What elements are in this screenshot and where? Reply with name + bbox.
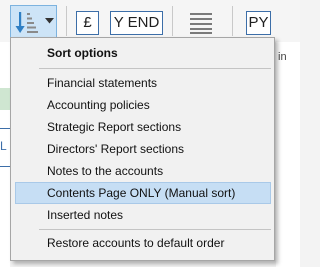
align-lines-icon[interactable] xyxy=(190,12,212,34)
sort-options-menu: Sort options Financial statements Accoun… xyxy=(10,37,275,261)
currency-button[interactable]: £ xyxy=(76,11,99,35)
chevron-down-icon xyxy=(45,18,54,24)
prior-year-button[interactable]: PY xyxy=(246,11,271,35)
left-panel-divider xyxy=(0,166,10,167)
right-panel-label: in xyxy=(278,51,287,63)
toolbar-separator xyxy=(66,6,67,36)
year-end-button[interactable]: Y END xyxy=(110,11,163,35)
left-panel-divider xyxy=(0,128,10,129)
toolbar-separator xyxy=(232,6,233,36)
menu-item-directors-report-sections[interactable]: Directors' Report sections xyxy=(15,138,271,160)
menu-item-inserted-notes[interactable]: Inserted notes xyxy=(15,204,271,226)
toolbar-separator xyxy=(172,6,173,36)
menu-item-notes-to-accounts[interactable]: Notes to the accounts xyxy=(15,160,271,182)
sort-order-icon xyxy=(15,12,38,33)
left-panel-edge xyxy=(0,42,10,267)
sort-options-button[interactable] xyxy=(10,5,57,38)
menu-item-restore-default-order[interactable]: Restore accounts to default order xyxy=(15,232,271,254)
right-panel-edge xyxy=(276,42,300,267)
menu-item-financial-statements[interactable]: Financial statements xyxy=(15,72,271,94)
menu-item-contents-page-only[interactable]: Contents Page ONLY (Manual sort) xyxy=(15,182,271,204)
menu-separator xyxy=(39,68,271,69)
menu-separator xyxy=(39,229,271,230)
left-panel-label: L xyxy=(0,139,7,153)
menu-item-accounting-policies[interactable]: Accounting policies xyxy=(15,94,271,116)
menu-header: Sort options xyxy=(47,46,118,60)
left-panel-highlight xyxy=(0,88,10,110)
toolbar: £ Y END PY xyxy=(0,0,300,42)
menu-item-strategic-report-sections[interactable]: Strategic Report sections xyxy=(15,116,271,138)
